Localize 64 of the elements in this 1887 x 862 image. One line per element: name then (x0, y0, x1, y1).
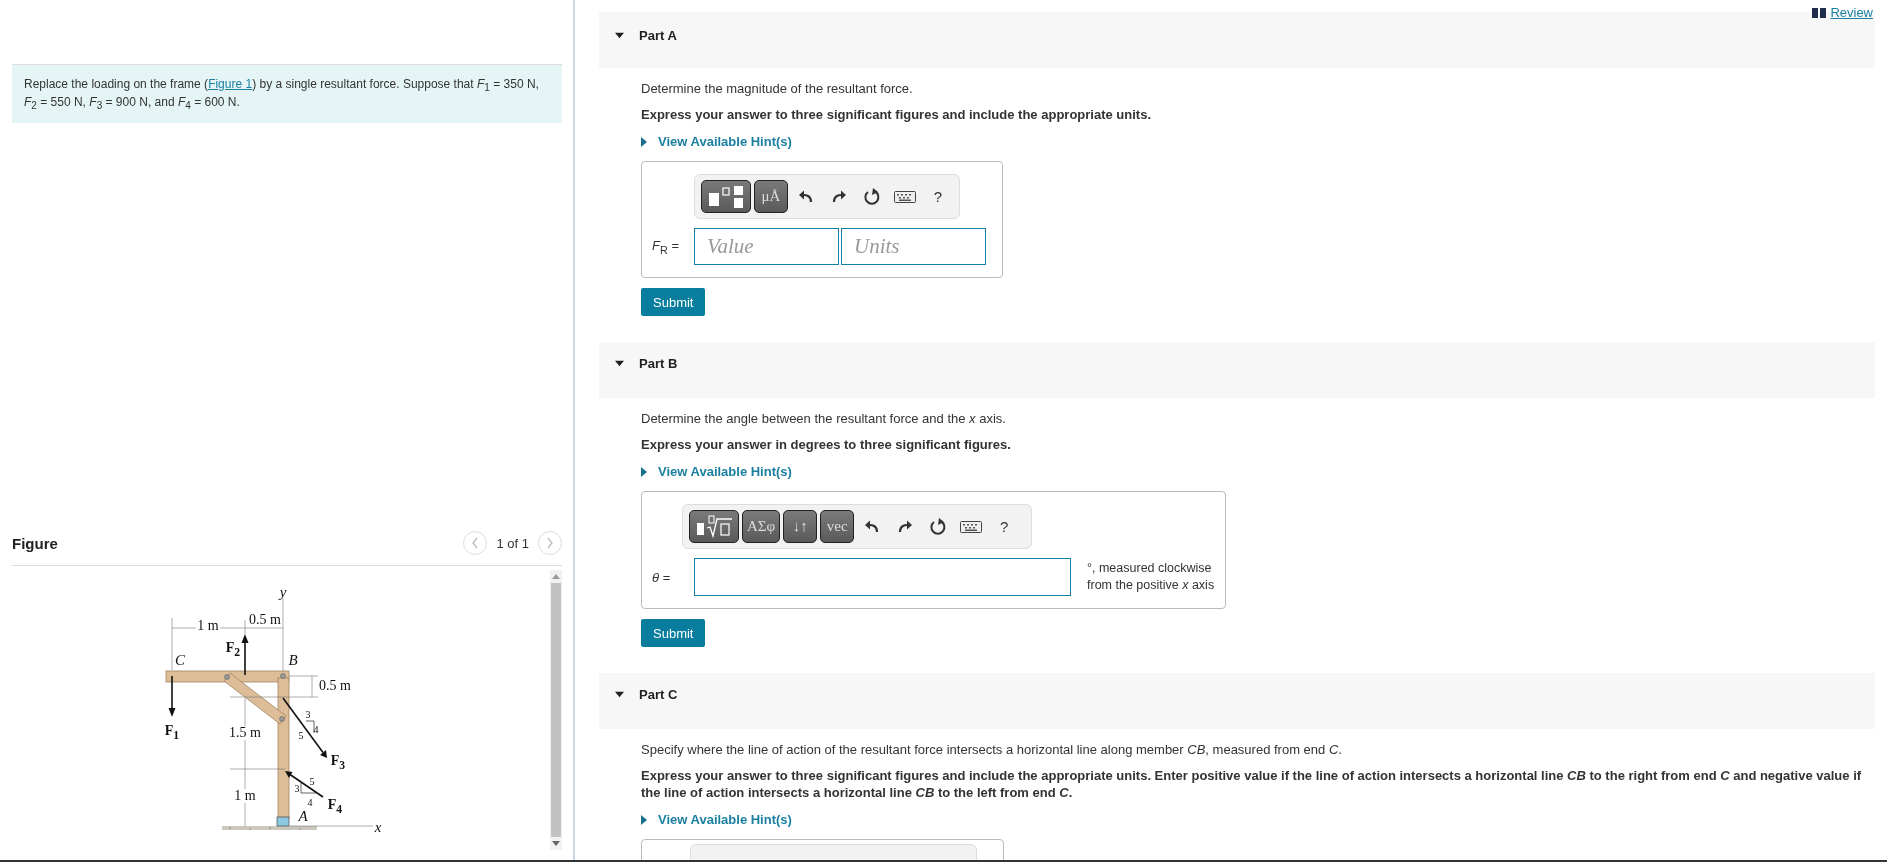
help-button[interactable]: ? (923, 180, 953, 213)
caret-icon[interactable] (615, 359, 624, 368)
units-field[interactable]: Units (841, 228, 986, 265)
figure-label: x (374, 819, 382, 835)
figure-label: 4 (313, 725, 319, 735)
symbol-button[interactable]: ΑΣφ (742, 510, 781, 543)
instruction-text: Express your answer in degrees to three significant figures. (641, 436, 1012, 453)
expand-icon[interactable] (641, 136, 647, 147)
question-text: Determine the angle between the resultant force and the x axis. (641, 410, 1007, 428)
figure-label: 0.5 m (248, 613, 282, 627)
question-text: Determine the magnitude of the resultant force. (641, 80, 914, 98)
part-title: Part C (639, 687, 678, 702)
figure-label: B (288, 652, 298, 668)
expand-icon[interactable] (641, 466, 647, 477)
figure-label: F$_{2}$ (225, 641, 241, 659)
part-title: Part B (639, 356, 678, 371)
figure-label: F$_{4}$ (327, 798, 343, 816)
figure-label: C (175, 652, 185, 668)
figure-title: Figure (12, 534, 58, 552)
part-title: Part A (639, 28, 677, 43)
scroll-up-icon[interactable] (552, 574, 560, 579)
figure-label: 1.5 m (228, 726, 262, 740)
value-field[interactable]: Value (694, 228, 839, 265)
submit-button[interactable]: Submit (641, 288, 706, 316)
caret-icon[interactable] (615, 690, 624, 699)
scrollbar[interactable] (550, 570, 562, 850)
hint-link[interactable]: View Available Hint(s) (658, 812, 792, 827)
problem-statement: Replace the loading on the frame (Figure 1) by a single resultant force. Suppose that F$_{1}$ = 350 N, F$_{2}$ = 550 N, F$_{3}$ = 900 N, and F$_{4}$ = 600 N. (24, 77, 540, 114)
figure-label: 1 m (196, 619, 220, 633)
figure-counter: 1 of 1 (496, 535, 529, 551)
part-header[interactable]: Part C (599, 673, 1875, 729)
symbol-button[interactable]: ↓↑ (783, 510, 818, 543)
figure-label: F$_{1}$ (164, 724, 180, 742)
figure-label: 0.5 m (318, 679, 352, 693)
symbol-button[interactable]: μÅ (754, 180, 788, 213)
figure-link[interactable]: Figure 1 (208, 77, 253, 91)
instruction-text: Express your answer to three significant figures and include the appropriate units. Enter positive value if the line of action intersects a horizontal line CB to the right from end C and negative value if the line of action intersects a horizontal line CB to the left from end C. (641, 767, 1863, 801)
caret-icon[interactable] (615, 31, 624, 40)
scroll-down-icon[interactable] (552, 841, 560, 846)
figure-label: 3 (294, 784, 300, 794)
figure-label: 4 (307, 798, 313, 808)
book-icon (1812, 7, 1827, 18)
help-button[interactable]: ? (989, 510, 1020, 543)
answer-label: F$_{R}$ = (652, 237, 680, 256)
figure-label: 1 m (233, 789, 257, 803)
figure-label: A (298, 808, 308, 824)
figure-label: 5 (298, 731, 304, 741)
unit-text: °, measured clockwise from the positive x axis (1087, 560, 1216, 594)
template-button[interactable] (689, 510, 739, 543)
figure-label: y (279, 584, 287, 600)
figure-label: 5 (309, 777, 315, 787)
expand-icon[interactable] (641, 814, 647, 825)
template-button[interactable] (701, 180, 751, 213)
instruction-text: Express your answer to three significant figures and include the appropriate units. (641, 106, 1152, 123)
figure-label: 3 (305, 710, 311, 720)
symbol-button[interactable]: vec (820, 510, 855, 543)
hint-link[interactable]: View Available Hint(s) (658, 134, 792, 149)
part-header[interactable]: Part B (599, 342, 1875, 398)
answer-label: θ = (652, 569, 672, 585)
question-text: Specify where the line of action of the resultant force intersects a horizontal line along member CB, measured from end C. (641, 741, 1343, 759)
submit-button[interactable]: Submit (641, 619, 706, 647)
figure-label: F$_{3}$ (330, 754, 346, 772)
answer-field[interactable] (694, 558, 1071, 596)
hint-link[interactable]: View Available Hint(s) (658, 464, 792, 479)
